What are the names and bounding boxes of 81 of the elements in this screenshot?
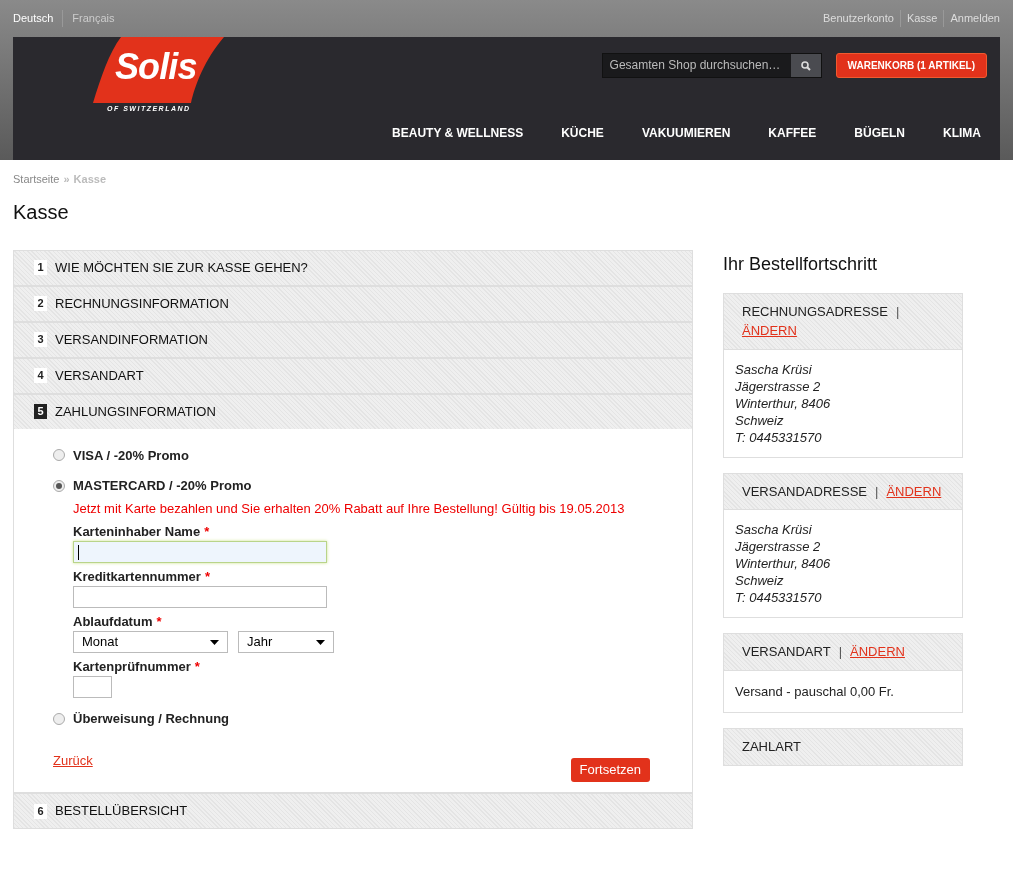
step-number: 6 [34, 803, 47, 819]
radio-button[interactable] [53, 479, 65, 492]
payment-method-label[interactable]: MASTERCARD / -20% Promo [73, 476, 252, 496]
step-header[interactable]: 1 WIE MÖCHTEN SIE ZUR KASSE GEHEN? [14, 250, 692, 285]
nav-link[interactable]: BÜGELN [854, 124, 905, 142]
address-line: Sascha Krüsi [735, 360, 813, 378]
nav-link[interactable]: KAFFEE [768, 124, 817, 142]
step-number: 2 [34, 296, 47, 311]
shipping-text: Versand - pauschal 0,00 Fr. [735, 682, 895, 701]
address-line: Winterthur, 8406 [735, 394, 832, 412]
separator: | [875, 483, 879, 499]
address-line: Jägerstrasse 2 [735, 377, 822, 395]
nav-link[interactable]: BEAUTY & WELLNESS [392, 124, 524, 142]
language-link[interactable]: Deutsch [13, 10, 63, 27]
dropdown[interactable]: Monat [73, 631, 228, 653]
radio-button[interactable] [53, 712, 65, 725]
page-title: Kasse [13, 199, 70, 225]
nav-link[interactable]: VAKUUMIEREN [641, 124, 731, 142]
change-link[interactable]: ÄNDERN [742, 323, 797, 338]
address-line: T: 0445331570 [735, 428, 823, 446]
required-mark: * [156, 613, 162, 631]
text-cursor [78, 544, 79, 560]
promo-text: Jetzt mit Karte bezahlen und Sie erhalten 20% Rabatt auf Ihre Bestellung! Gültig bis 19.05.2013 [73, 499, 626, 518]
field-label: Kartenprüfnummer [73, 658, 191, 676]
input-field[interactable] [73, 676, 112, 698]
breadcrumb-current: » [63, 172, 70, 187]
step-header[interactable]: 5 ZAHLUNGSINFORMATION [14, 394, 692, 429]
search-icon [800, 60, 811, 71]
input-field[interactable] [73, 586, 327, 608]
step-title: VERSANDART [55, 366, 144, 385]
step-title: WIE MÖCHTEN SIE ZUR KASSE GEHEN? [55, 258, 308, 277]
step-title: BESTELLÜBERSICHT [55, 802, 188, 821]
search-button[interactable] [790, 54, 821, 77]
step-number: 4 [34, 368, 47, 383]
change-link[interactable]: ÄNDERN [850, 644, 905, 659]
search-field[interactable]: Gesamten Shop durchsuchen… [601, 53, 822, 78]
step-header[interactable]: 2 RECHNUNGSINFORMATION [14, 286, 692, 321]
nav-link[interactable]: KÜCHE [561, 124, 604, 142]
input-field[interactable] [73, 541, 327, 563]
radio-button[interactable] [53, 449, 65, 462]
cart-button[interactable]: WARENKORB (1 ARTIKEL) [835, 53, 987, 78]
caret-icon [210, 639, 219, 645]
step-number: 1 [34, 260, 47, 275]
payment-method-label[interactable]: VISA / -20% Promo [73, 445, 189, 465]
field-label: Kreditkartennummer [73, 568, 201, 586]
breadcrumb-current: Kasse [73, 172, 106, 187]
card-heading: VERSANDADRESSE [742, 483, 867, 499]
address-line: Schweiz [735, 411, 785, 429]
step-number: 3 [34, 332, 47, 347]
address-line: Winterthur, 8406 [735, 555, 832, 572]
step-header[interactable]: 4 VERSANDART [14, 358, 692, 393]
field-label: Karteninhaber Name [73, 523, 201, 541]
dropdown[interactable]: Jahr [238, 631, 334, 653]
separator: | [838, 644, 842, 659]
address-line: Sascha Krüsi [735, 521, 813, 538]
caret-icon [316, 639, 325, 645]
continue-button[interactable]: Fortsetzen [570, 758, 650, 782]
change-link[interactable]: ÄNDERN [886, 483, 942, 499]
step-title: VERSANDINFORMATION [55, 330, 208, 349]
required-mark: * [194, 658, 200, 676]
address-line: T: 0445331570 [735, 589, 823, 606]
breadcrumb-link[interactable]: Startseite [13, 171, 60, 188]
field-label: Ablaufdatum [73, 613, 153, 631]
step-header[interactable]: 6 BESTELLÜBERSICHT [14, 794, 692, 828]
required-mark: * [204, 568, 210, 586]
card-heading: ZAHLART [742, 739, 801, 754]
required-mark: * [204, 523, 210, 541]
step-title: RECHNUNGSINFORMATION [55, 294, 229, 313]
step-number: 5 [34, 404, 47, 419]
separator: | [895, 303, 900, 319]
back-link[interactable]: Zurück [53, 750, 93, 770]
address-line: Jägerstrasse 2 [735, 538, 822, 555]
payment-method-label[interactable]: Überweisung / Rechnung [73, 709, 229, 729]
logo-wordmark: Solis [115, 49, 197, 85]
step-title: ZAHLUNGSINFORMATION [55, 402, 216, 421]
address-line: Schweiz [735, 572, 785, 589]
card-heading: RECHNUNGSADRESSE [742, 303, 888, 319]
sidebar-title: Ihr Bestellfortschritt [723, 252, 879, 276]
step-header[interactable]: 3 VERSANDINFORMATION [14, 322, 692, 357]
nav-link[interactable]: KLIMA [943, 124, 981, 142]
card-heading: VERSANDART [742, 644, 831, 659]
